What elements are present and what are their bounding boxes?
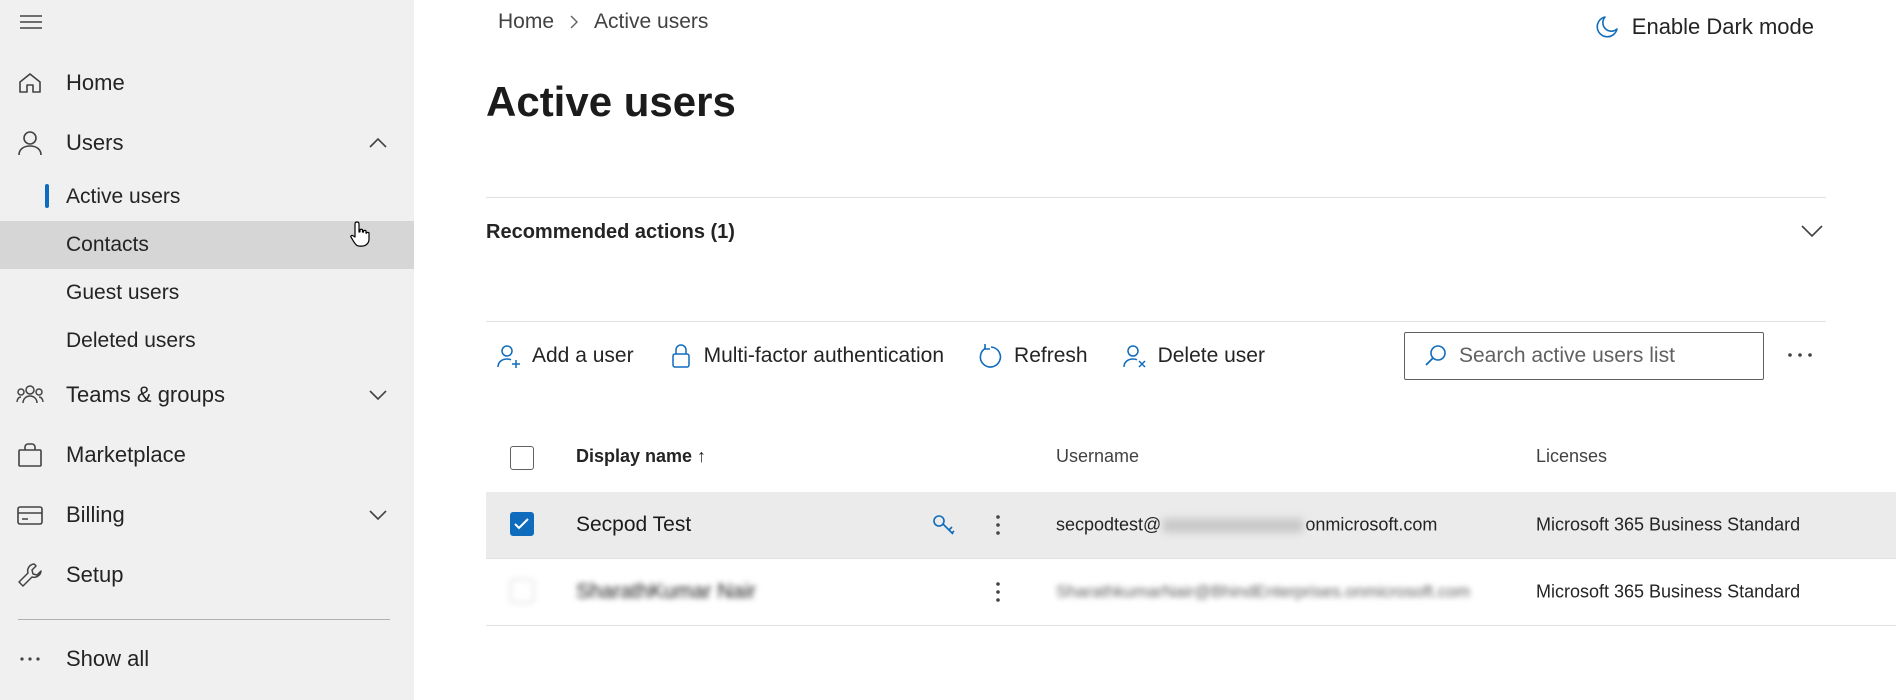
nav-item-setup[interactable]: Setup [0, 551, 414, 599]
username-cell: SharathkumarNair@BhindEnterprises.onmicr… [1056, 582, 1471, 601]
row-checkbox[interactable] [510, 579, 534, 603]
display-name-link[interactable]: SharathKumar Nair [576, 580, 756, 604]
key-icon[interactable] [930, 511, 958, 539]
table-row[interactable]: Secpod Test secpodtest@ onmicrosoft.com M… [486, 492, 1896, 559]
nav-item-label: Setup [66, 562, 124, 587]
chevron-down-icon[interactable] [1798, 217, 1826, 245]
command-bar: Add a user Multi-factor authentication R… [486, 334, 1289, 378]
recommended-actions-toggle[interactable]: Recommended actions (1) [486, 215, 1826, 249]
refresh-icon [978, 342, 1004, 370]
table-header: Display name ↑ Username Licenses [486, 432, 1896, 486]
chevron-right-icon [568, 13, 580, 31]
sidebar-item-active-users[interactable]: Active users [0, 173, 414, 221]
more-vertical-icon[interactable] [984, 511, 1012, 539]
recommended-actions-label: Recommended actions (1) [486, 221, 735, 243]
add-user-button[interactable]: Add a user [486, 334, 634, 378]
sidebar-item-deleted-users[interactable]: Deleted users [0, 317, 414, 365]
moon-icon [1594, 14, 1620, 40]
sidebar-item-label: Active users [66, 185, 181, 208]
credit-card-icon [16, 501, 44, 529]
divider [486, 197, 1826, 198]
lock-icon [668, 342, 694, 370]
nav-item-label: Teams & groups [66, 382, 225, 407]
nav-item-show-all[interactable]: Show all [0, 635, 414, 683]
wrench-icon [16, 561, 44, 589]
column-header-display-name[interactable]: Display name ↑ [576, 446, 706, 467]
nav-item-label: Show all [66, 646, 150, 671]
page-title: Active users [486, 78, 736, 125]
divider [486, 321, 1826, 322]
chevron-up-icon[interactable] [366, 131, 390, 155]
username-cell: secpodtest@ onmicrosoft.com [1056, 515, 1437, 536]
enable-dark-mode-button[interactable]: Enable Dark mode [1594, 14, 1814, 40]
delete-user-button[interactable]: Delete user [1112, 334, 1265, 378]
sidebar-divider [18, 619, 390, 620]
nav-item-teams-groups[interactable]: Teams & groups [0, 371, 414, 419]
teams-icon [16, 381, 44, 409]
sidebar-item-label: Deleted users [66, 329, 196, 352]
nav-item-marketplace[interactable]: Marketplace [0, 431, 414, 479]
more-options-icon[interactable] [1782, 340, 1818, 370]
add-user-icon [496, 342, 522, 370]
license-cell: Microsoft 365 Business Standard [1536, 514, 1801, 535]
nav-item-home[interactable]: Home [0, 59, 414, 107]
search-active-users-box[interactable] [1404, 332, 1764, 380]
nav-item-label: Marketplace [66, 442, 186, 467]
column-header-username[interactable]: Username [1056, 446, 1139, 467]
license-cell: Microsoft 365 Business Standard [1536, 581, 1801, 602]
left-navigation: Home Users Active users Contacts Guest u… [0, 0, 414, 700]
sidebar-item-guest-users[interactable]: Guest users [0, 269, 414, 317]
hamburger-menu-icon[interactable] [16, 10, 46, 34]
user-icon [16, 129, 44, 157]
add-user-label: Add a user [532, 344, 634, 367]
nav-item-label: Users [66, 130, 124, 155]
table-row[interactable]: SharathKumar Nair SharathkumarNair@Bhind… [486, 559, 1896, 626]
refresh-button[interactable]: Refresh [968, 334, 1088, 378]
mfa-label: Multi-factor authentication [703, 344, 945, 367]
main-content: Home Active users Enable Dark mode Activ… [414, 0, 1896, 700]
dark-mode-label: Enable Dark mode [1631, 14, 1814, 39]
nav-item-users[interactable]: Users [0, 119, 414, 167]
sidebar-item-label: Guest users [66, 281, 180, 304]
multi-factor-authentication-button[interactable]: Multi-factor authentication [658, 334, 944, 378]
username-prefix: secpodtest@ [1056, 514, 1162, 535]
chevron-down-icon[interactable] [366, 503, 390, 527]
nav-item-label: Home [66, 70, 125, 95]
search-input[interactable] [1459, 344, 1749, 368]
nav-item-billing[interactable]: Billing [0, 491, 414, 539]
search-icon [1423, 343, 1449, 369]
ellipsis-icon [16, 645, 44, 673]
home-icon [16, 69, 44, 97]
chevron-down-icon[interactable] [366, 383, 390, 407]
nav-item-label: Billing [66, 502, 125, 527]
breadcrumb: Home Active users [498, 10, 708, 34]
column-header-licenses[interactable]: Licenses [1536, 446, 1607, 467]
redacted-domain [1163, 518, 1304, 533]
breadcrumb-home-link[interactable]: Home [498, 10, 554, 34]
more-vertical-icon[interactable] [984, 578, 1012, 606]
row-checkbox[interactable] [510, 512, 534, 536]
display-name-link[interactable]: Secpod Test [576, 513, 691, 537]
select-all-checkbox[interactable] [510, 446, 534, 470]
shopping-bag-icon [16, 441, 44, 469]
sidebar-item-label: Contacts [66, 233, 149, 256]
sidebar-item-contacts[interactable]: Contacts [0, 221, 414, 269]
breadcrumb-current: Active users [594, 10, 709, 33]
selected-indicator [45, 184, 49, 208]
username-suffix: onmicrosoft.com [1305, 514, 1438, 535]
delete-user-label: Delete user [1157, 344, 1265, 367]
refresh-label: Refresh [1014, 344, 1088, 367]
delete-user-icon [1122, 342, 1148, 370]
